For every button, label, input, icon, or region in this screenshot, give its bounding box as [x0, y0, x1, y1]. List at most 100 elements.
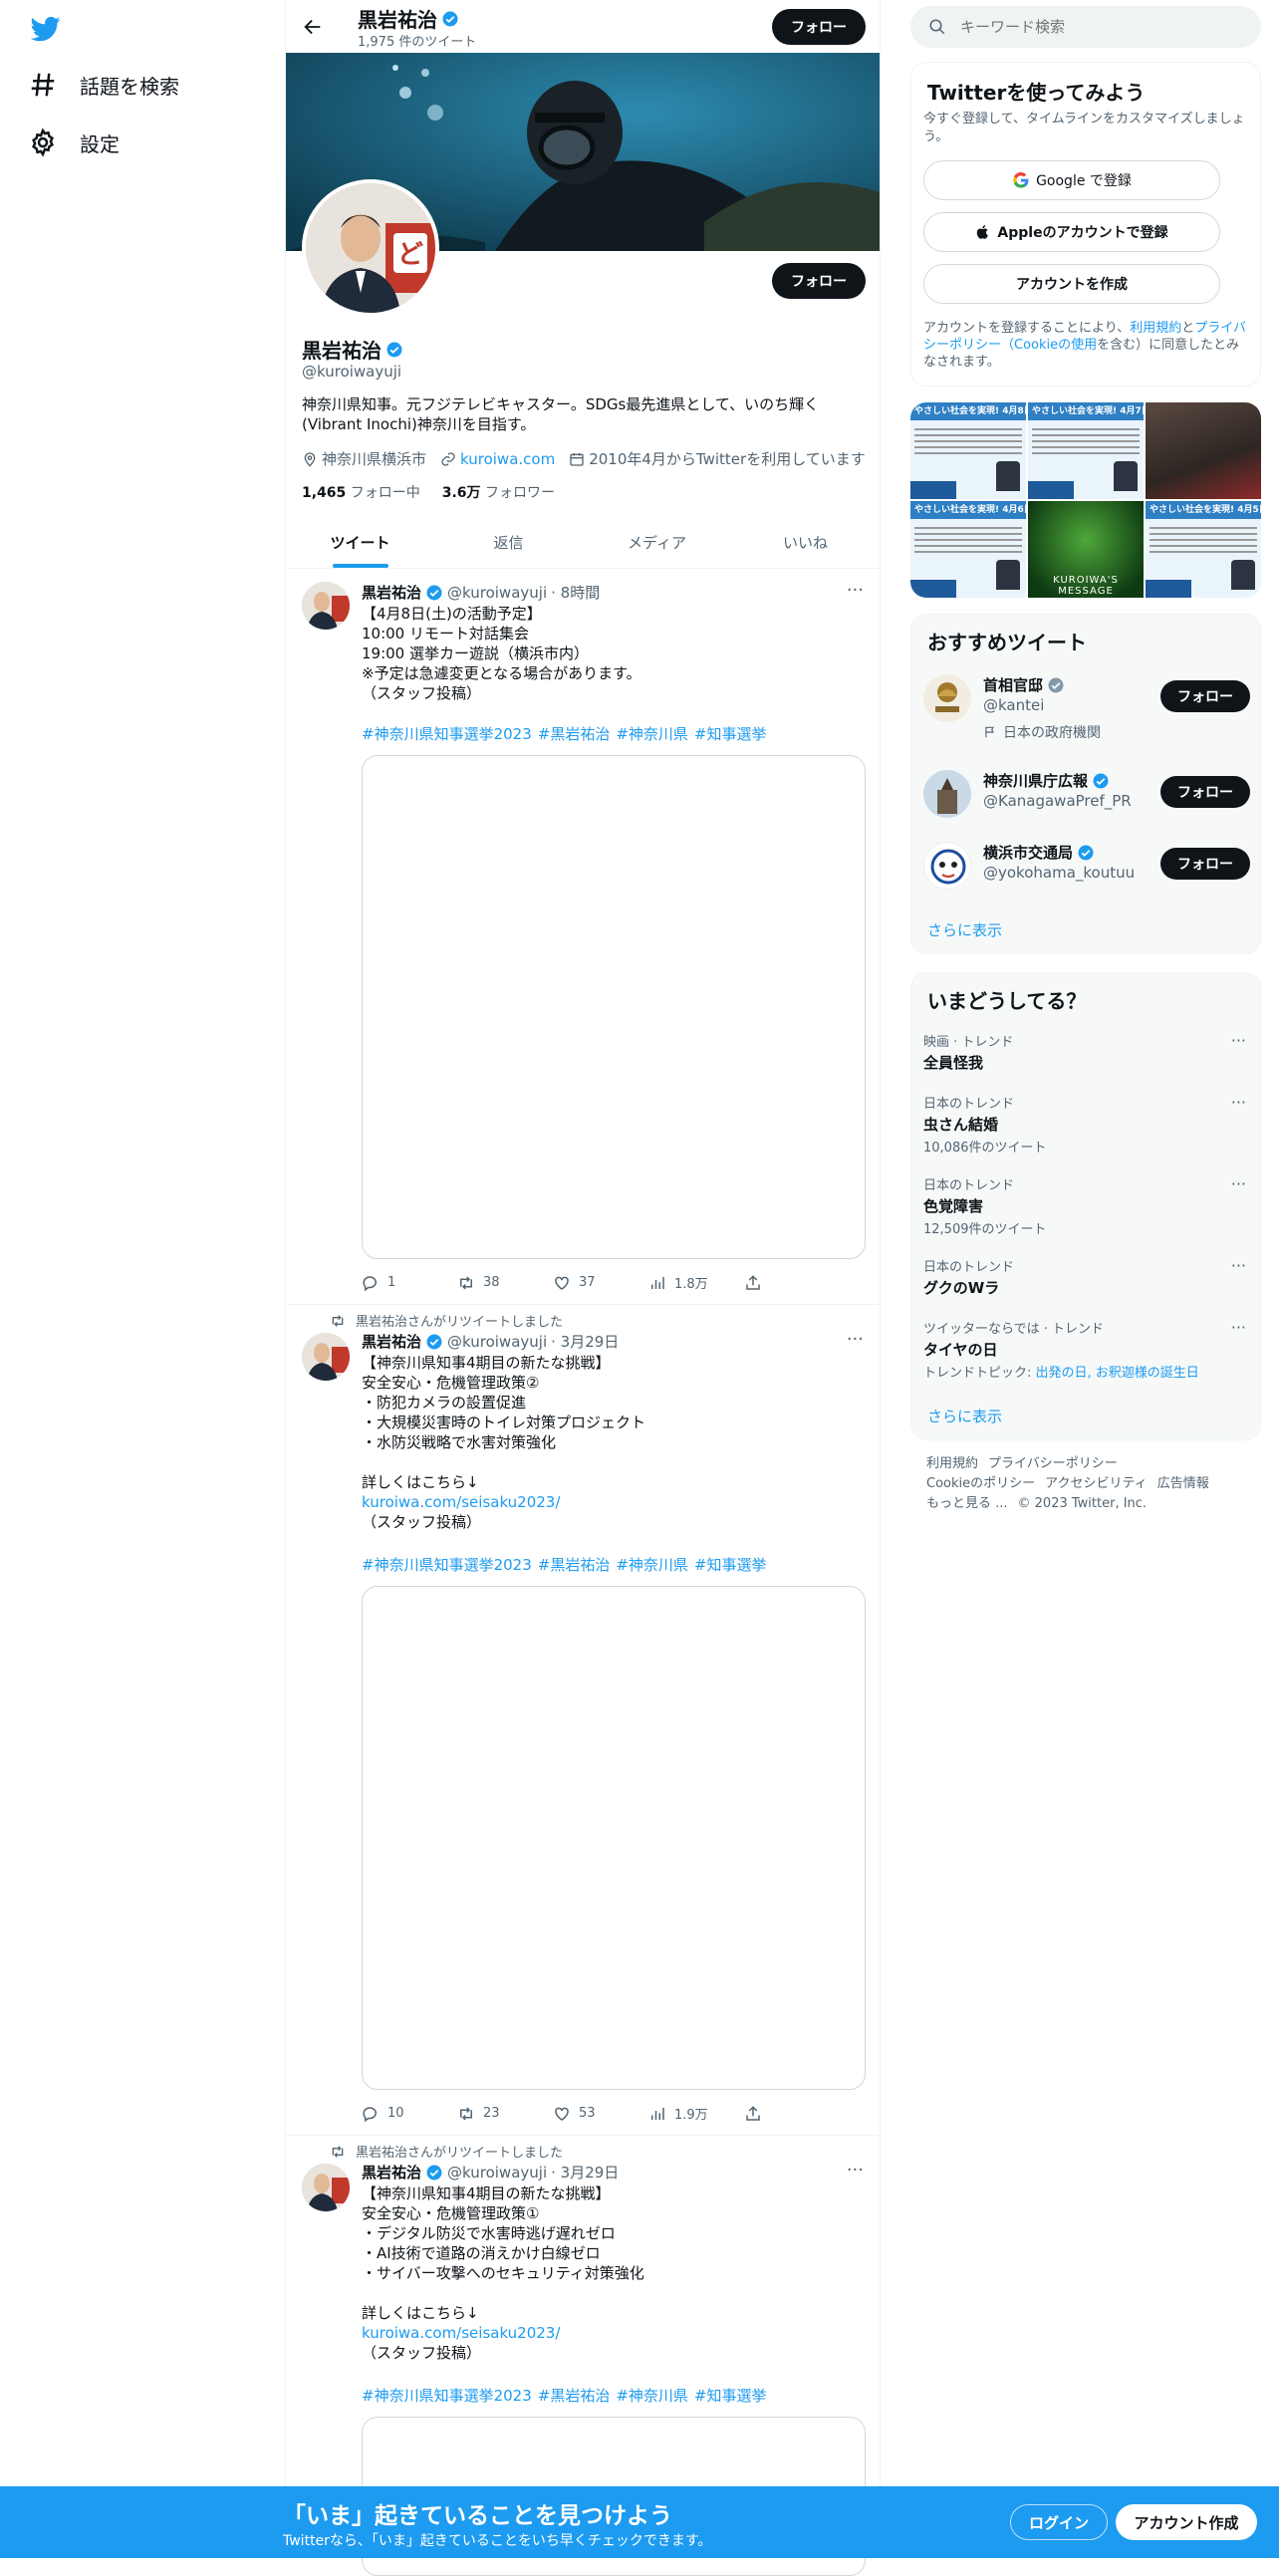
search-input[interactable]: [960, 18, 1219, 36]
trend-more-icon[interactable]: ···: [1231, 1031, 1246, 1050]
trend-item[interactable]: ツイッターならでは · トレンド タイヤの日 トレンドトピック: 出発の日, お…: [923, 1318, 1250, 1381]
kanagawa-pref-avatar: [923, 770, 971, 818]
trend-related-links[interactable]: 出発の日, お釈迦様の誕生日: [1036, 1366, 1199, 1381]
media-thumbnail[interactable]: やさしい社会を実現! 4月6日(木)の活動予定: [910, 501, 1026, 598]
more-options-icon[interactable]: ···: [847, 2160, 864, 2181]
like-button[interactable]: 53: [553, 2104, 648, 2123]
share-button[interactable]: [744, 2104, 840, 2123]
hashtag[interactable]: #神奈川県: [616, 723, 688, 744]
tweet-link[interactable]: kuroiwa.com/seisaku2023/: [362, 2323, 860, 2343]
verified-badge-icon: [442, 11, 458, 26]
hashtag[interactable]: #神奈川県知事選挙2023: [362, 723, 532, 744]
back-arrow-icon[interactable]: [298, 12, 328, 42]
media-thumbnail[interactable]: [1146, 402, 1261, 499]
follow-button[interactable]: フォロー: [1160, 776, 1250, 808]
show-more-link[interactable]: さらに表示: [927, 919, 1002, 940]
more-options-icon[interactable]: ···: [847, 580, 864, 601]
trend-item[interactable]: 日本のトレンド 虫さん結婚 10,086件のツイート ···: [923, 1093, 1250, 1156]
follow-button[interactable]: フォロー: [1160, 848, 1250, 880]
show-more-link[interactable]: さらに表示: [927, 1406, 1002, 1426]
footer-link[interactable]: Cookieのポリシー: [926, 1476, 1035, 1491]
tweet-avatar[interactable]: [302, 1333, 350, 1381]
google-signup-button[interactable]: Google で登録: [923, 160, 1220, 200]
more-options-icon[interactable]: ···: [847, 1329, 864, 1350]
recommended-account[interactable]: 首相官邸 @kantei 日本の政府機関 フォロー: [923, 670, 1250, 741]
trend-more-icon[interactable]: ···: [1231, 1174, 1246, 1193]
profile-website-link[interactable]: kuroiwa.com: [460, 450, 555, 468]
tweet-avatar[interactable]: [302, 582, 350, 630]
tab-replies[interactable]: 返信: [434, 516, 583, 568]
hashtag[interactable]: #黒岩祐治: [538, 2385, 611, 2406]
tweet-media[interactable]: [362, 1586, 866, 2090]
hashtag[interactable]: #黒岩祐治: [538, 1554, 611, 1575]
create-account-button[interactable]: アカウントを作成: [923, 264, 1220, 304]
reply-button[interactable]: 1: [362, 1273, 457, 1292]
profile-avatar[interactable]: ど: [302, 179, 439, 317]
hashtag[interactable]: #神奈川県知事選挙2023: [362, 1554, 532, 1575]
recommended-account[interactable]: 神奈川県庁広報 @KanagawaPref_PR フォロー: [923, 766, 1250, 822]
following-stat[interactable]: 1,465 フォロー中: [302, 482, 420, 502]
nav-explore[interactable]: 話題を検索: [28, 70, 179, 100]
tweet-author-name[interactable]: 黒岩祐治: [362, 2162, 421, 2183]
nav-settings[interactable]: 設定: [28, 128, 120, 157]
trend-more-icon[interactable]: ···: [1231, 1318, 1246, 1337]
tweet-header: 黒岩祐治 @kuroiwayuji · 3月29日: [362, 1331, 619, 1352]
hashtag[interactable]: #知事選挙: [694, 723, 767, 744]
twitter-logo-icon[interactable]: [28, 14, 64, 44]
retweet-label[interactable]: 黒岩祐治さんがリツイートしました: [356, 1311, 563, 1330]
tab-media[interactable]: メディア: [583, 516, 731, 568]
footer-link[interactable]: 広告情報: [1157, 1476, 1209, 1491]
media-thumbnail[interactable]: KUROIWA'S MESSAGE: [1028, 501, 1144, 598]
hashtag[interactable]: #神奈川県: [616, 1554, 688, 1575]
retweet-button[interactable]: 38: [457, 1273, 553, 1292]
tweet[interactable]: 黒岩祐治さんがリツイートしました 黒岩祐治 @kuroiwayuji · 3月2…: [286, 1305, 880, 2136]
trend-item[interactable]: 日本のトレンド 色覚障害 12,509件のツイート ···: [923, 1174, 1250, 1237]
trend-item[interactable]: 映画 · トレンド 全員怪我 ···: [923, 1031, 1250, 1073]
share-button[interactable]: [744, 1273, 840, 1292]
tweet-media[interactable]: [362, 755, 866, 1259]
footer-link[interactable]: プライバシーポリシー: [988, 1456, 1118, 1471]
tweet-timestamp[interactable]: · 3月29日: [551, 1331, 619, 1352]
views-button[interactable]: 1.9万: [648, 2104, 744, 2123]
signup-button[interactable]: アカウント作成: [1116, 2504, 1257, 2540]
apple-signup-button[interactable]: Appleのアカウントで登録: [923, 212, 1220, 252]
tweet-link[interactable]: kuroiwa.com/seisaku2023/: [362, 1492, 860, 1512]
reply-button[interactable]: 10: [362, 2104, 457, 2123]
login-button[interactable]: ログイン: [1010, 2504, 1108, 2540]
tweet-timestamp[interactable]: · 3月29日: [551, 2162, 619, 2183]
like-button[interactable]: 37: [553, 1273, 648, 1292]
trend-more-icon[interactable]: ···: [1231, 1256, 1246, 1275]
terms-link[interactable]: 利用規約: [1130, 321, 1181, 336]
search-bar[interactable]: [910, 6, 1261, 48]
footer-link[interactable]: アクセシビリティ: [1045, 1476, 1148, 1491]
retweet-label[interactable]: 黒岩祐治さんがリツイートしました: [356, 2142, 563, 2161]
views-button[interactable]: 1.8万: [648, 1273, 744, 1292]
recommended-account[interactable]: 横浜市交通局 @yokohama_koutuu フォロー: [923, 838, 1250, 894]
tab-tweets[interactable]: ツイート: [286, 516, 434, 568]
hashtag[interactable]: #黒岩祐治: [538, 723, 611, 744]
media-thumbnail[interactable]: やさしい社会を実現! 4月8日(土)の活動予定: [910, 402, 1026, 499]
tweet-author-name[interactable]: 黒岩祐治: [362, 582, 421, 603]
followers-stat[interactable]: 3.6万 フォロワー: [442, 482, 555, 502]
retweet-button[interactable]: 23: [457, 2104, 553, 2123]
profile-website[interactable]: kuroiwa.com: [440, 450, 555, 468]
hashtag[interactable]: #神奈川県知事選挙2023: [362, 2385, 532, 2406]
hashtag[interactable]: #知事選挙: [694, 1554, 767, 1575]
header-follow-button[interactable]: フォロー: [772, 9, 866, 45]
profile-follow-button[interactable]: フォロー: [772, 263, 866, 299]
media-thumbnail[interactable]: やさしい社会を実現! 4月7日(金)の活動予定: [1028, 402, 1144, 499]
tweet-timestamp[interactable]: · 8時間: [551, 582, 600, 603]
analytics-icon: [651, 1276, 664, 1289]
media-thumbnail[interactable]: やさしい社会を実現! 4月5日(水)の活動予定: [1146, 501, 1261, 598]
follow-button[interactable]: フォロー: [1160, 680, 1250, 712]
hashtag[interactable]: #神奈川県: [616, 2385, 688, 2406]
trend-more-icon[interactable]: ···: [1231, 1093, 1246, 1112]
tab-likes[interactable]: いいね: [731, 516, 880, 568]
tweet[interactable]: 黒岩祐治 @kuroiwayuji · 8時間 ··· 【4月8日(土)の活動予…: [286, 570, 880, 1305]
footer-link[interactable]: 利用規約: [926, 1456, 978, 1471]
tweet-author-name[interactable]: 黒岩祐治: [362, 1331, 421, 1352]
footer-link[interactable]: もっと見る ...: [926, 1496, 1008, 1511]
hashtag[interactable]: #知事選挙: [694, 2385, 767, 2406]
tweet-avatar[interactable]: [302, 2164, 350, 2211]
trend-item[interactable]: 日本のトレンド グクのWラ ···: [923, 1256, 1250, 1298]
